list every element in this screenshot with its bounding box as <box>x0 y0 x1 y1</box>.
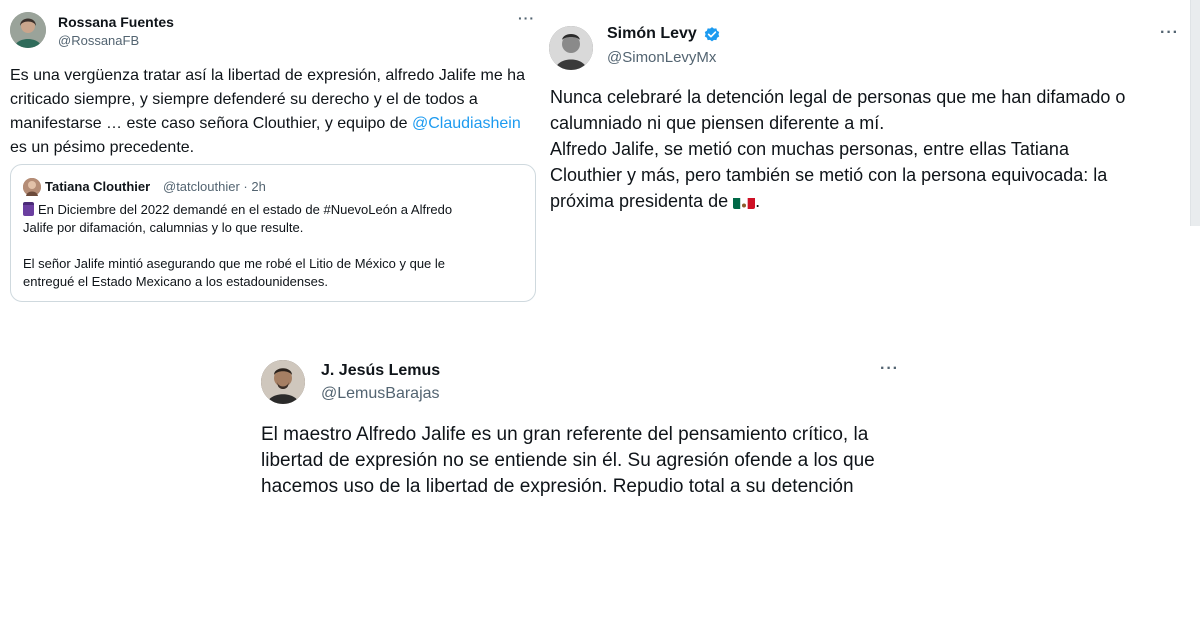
more-options-icon[interactable]: ··· <box>880 360 899 378</box>
tweet-text-line: hacemos uso de la libertad de expresión.… <box>261 476 854 497</box>
more-options-icon[interactable]: ··· <box>518 10 535 26</box>
avatar[interactable] <box>549 26 593 70</box>
tweet-text-line: Es una vergüenza tratar así la libertad … <box>10 67 525 84</box>
quote-text-line: El señor Jalife mintió asegurando que me… <box>23 256 446 271</box>
author-name[interactable]: J. Jesús Lemus <box>321 362 440 380</box>
tweet-text-line: Clouthier y más, pero también se metió c… <box>550 165 1108 185</box>
tweet-text-line: criticado siempre, y siempre defenderé s… <box>10 91 478 108</box>
tweet-text-segment: próxima presidenta de <box>550 191 734 211</box>
tweet-rossana-fuentes[interactable]: Rossana Fuentes @RossanaFB ··· Es una ve… <box>0 0 540 312</box>
calendar-icon <box>23 202 34 216</box>
author-handle[interactable]: @RossanaFB <box>58 33 139 48</box>
tweet-jesus-lemus[interactable]: J. Jesús Lemus @LemusBarajas ··· El maes… <box>252 346 912 516</box>
verified-badge-icon <box>704 27 720 42</box>
avatar[interactable] <box>261 360 305 404</box>
mention-link[interactable]: @Claudiashein <box>412 115 521 132</box>
quote-author-handle: @tatclouthier · 2h <box>163 179 266 194</box>
tweet-text-line: próxima presidenta de . <box>550 188 760 214</box>
tweet-text-line: es un pésimo precedente. <box>10 139 195 156</box>
tweet-text-segment: manifestarse … este caso señora Clouthie… <box>10 115 412 132</box>
quoted-tweet[interactable]: Tatiana Clouthier @tatclouthier · 2h En … <box>10 164 536 302</box>
quote-author-name: Tatiana Clouthier <box>45 179 151 194</box>
avatar[interactable] <box>10 12 46 48</box>
quote-text-line: Jalife por difamación, calumnias y lo qu… <box>23 220 304 235</box>
quote-avatar <box>23 178 41 196</box>
tweet-text-segment: . <box>755 191 761 211</box>
author-handle[interactable]: @SimonLevyMx <box>607 49 716 66</box>
tweet-text-line: libertad de expresión no se entiende sin… <box>261 450 875 471</box>
tweet-text-line: manifestarse … este caso señora Clouthie… <box>10 112 521 136</box>
tweet-text-line: calumniado ni que piensen diferente a mí… <box>550 113 885 133</box>
author-handle[interactable]: @LemusBarajas <box>321 385 440 403</box>
tweet-text-line: El maestro Alfredo Jalife es un gran ref… <box>261 424 869 445</box>
quote-text-line: En Diciembre del 2022 demandé en el esta… <box>23 201 452 219</box>
quote-text-line: entregué el Estado Mexicano a los estado… <box>23 274 328 289</box>
tweet-text-line: Alfredo Jalife, se metió con muchas pers… <box>550 139 1069 159</box>
author-name[interactable]: Simón Levy <box>607 25 697 43</box>
scrollbar[interactable] <box>1190 0 1200 226</box>
author-name[interactable]: Rossana Fuentes <box>58 14 174 30</box>
tweet-text-line: Nunca celebraré la detención legal de pe… <box>550 87 1126 107</box>
mexico-flag-icon <box>733 194 756 209</box>
tweet-simon-levy[interactable]: Simón Levy @SimonLevyMx ··· Nunca celebr… <box>540 0 1190 230</box>
quote-text-segment: En Diciembre del 2022 demandé en el esta… <box>38 202 453 217</box>
more-options-icon[interactable]: ··· <box>1160 24 1179 42</box>
